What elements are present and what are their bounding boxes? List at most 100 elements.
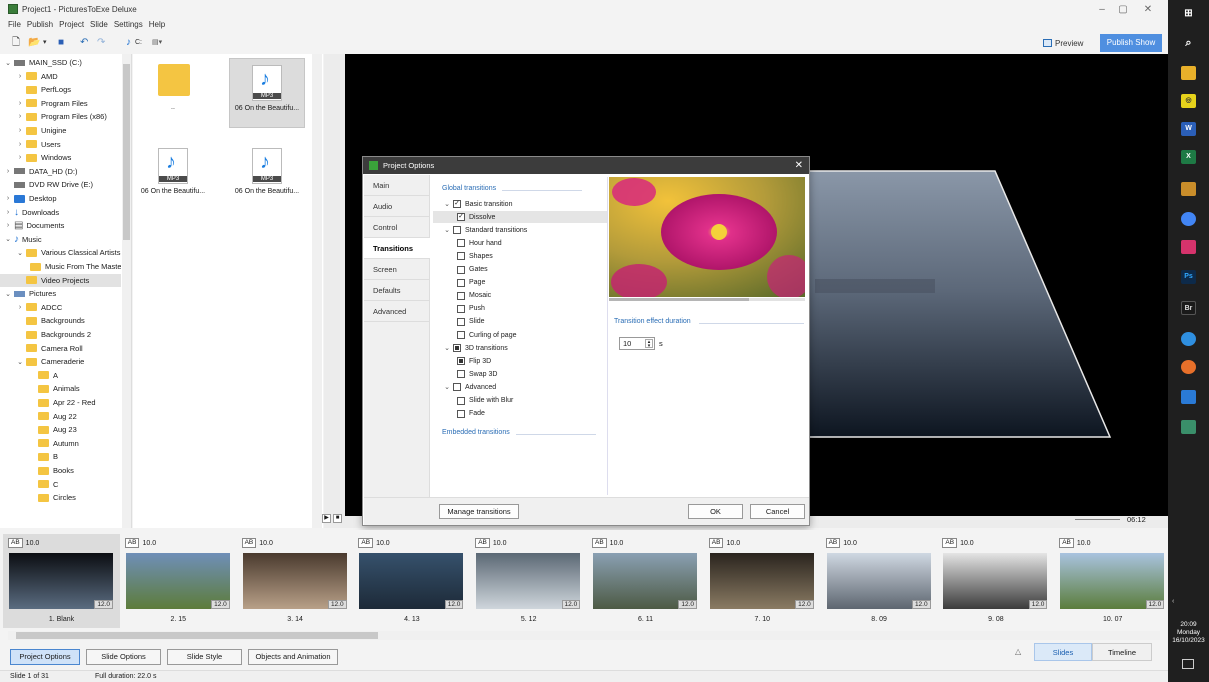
undo-icon[interactable]: ↶ [80, 36, 88, 50]
tree-item[interactable]: › Desktop [0, 192, 121, 205]
slide-style-button[interactable]: Slide Style [167, 649, 242, 665]
cancel-button[interactable]: Cancel [750, 504, 805, 519]
transition-checkbox[interactable] [457, 409, 465, 418]
tree-item[interactable]: › ↓ Downloads [0, 206, 121, 219]
slide-thumbnail[interactable]: AB 10.0 12.0 5. 12 [470, 534, 587, 628]
tree-item[interactable]: ⌄ Cameraderie [0, 355, 121, 368]
preview-button[interactable]: Preview [1043, 36, 1083, 50]
system-clock[interactable]: 20:09 Monday 16/10/2023 [1168, 621, 1209, 645]
transition-item[interactable]: ⌄ Standard transitions [443, 224, 527, 236]
tree-item[interactable]: Backgrounds 2 [0, 328, 121, 341]
chevron-down-icon[interactable]: ⌄ [4, 290, 12, 298]
transition-item[interactable]: Shapes [457, 250, 493, 262]
ab-badge[interactable]: AB [358, 538, 374, 548]
menu-file[interactable]: File [8, 20, 21, 32]
tab-advanced[interactable]: Advanced [364, 301, 429, 322]
chevron-right-icon[interactable]: › [16, 127, 24, 134]
save-icon[interactable]: ■ [58, 36, 64, 50]
menu-project[interactable]: Project [59, 20, 84, 32]
slide-thumbnail[interactable]: AB 10.0 12.0 6. 11 [587, 534, 704, 628]
firefox-icon[interactable] [1181, 360, 1196, 374]
chevron-down-icon[interactable]: ⌄ [16, 358, 24, 366]
transition-item[interactable]: Flip 3D [457, 355, 491, 367]
transition-item[interactable]: Mosaic [457, 290, 491, 302]
transition-checkbox[interactable]: ✓ [453, 200, 461, 208]
slide-thumbnail[interactable]: AB 10.0 12.0 9. 08 [937, 534, 1054, 628]
tree-item[interactable]: › ADCC [0, 301, 121, 314]
file-item[interactable]: ♪ MP3 06 On the Beautifu... [229, 58, 305, 128]
transition-checkbox[interactable] [457, 317, 465, 326]
tree-item[interactable]: Aug 23 [0, 423, 121, 436]
tree-item[interactable]: Video Projects [0, 273, 121, 287]
chevron-right-icon[interactable]: › [16, 154, 24, 161]
transition-item[interactable]: Slide [457, 316, 485, 328]
transition-item[interactable]: Push [457, 303, 485, 315]
timeline-view-button[interactable]: Timeline [1092, 643, 1152, 661]
ab-badge[interactable]: AB [8, 538, 23, 548]
file-explorer-icon[interactable] [1181, 66, 1196, 80]
menu-settings[interactable]: Settings [114, 20, 143, 32]
chevron-right-icon[interactable]: › [16, 100, 24, 107]
transition-checkbox[interactable] [457, 396, 465, 405]
close-button[interactable]: ✕ [1133, 2, 1163, 18]
app-icon-yellow[interactable]: ◎ [1181, 94, 1196, 108]
chevron-down-icon[interactable]: ⌄ [16, 249, 24, 257]
tree-item[interactable]: C [0, 478, 121, 491]
tree-item[interactable]: Circles [0, 491, 121, 504]
transition-checkbox[interactable] [457, 278, 465, 287]
tree-item[interactable]: › Program Files (x86) [0, 110, 121, 123]
transition-checkbox[interactable] [457, 252, 465, 261]
transition-item[interactable]: Curling of page [457, 329, 516, 341]
chevron-right-icon[interactable]: › [16, 113, 24, 120]
word-icon[interactable]: W [1181, 122, 1196, 136]
tab-defaults[interactable]: Defaults [364, 280, 429, 301]
tree-item[interactable]: B [0, 450, 121, 463]
music-note-icon[interactable]: ♪ [126, 36, 131, 50]
tree-item[interactable]: Autumn [0, 437, 121, 450]
transition-item[interactable]: Slide with Blur [457, 395, 513, 407]
transition-checkbox[interactable] [457, 370, 465, 379]
project-options-button[interactable]: Project Options [10, 649, 80, 665]
transition-item[interactable]: Swap 3D [457, 368, 497, 380]
duration-input[interactable]: 10 ▴ ▾ [619, 337, 655, 350]
transition-item[interactable]: ⌄ 3D transitions [443, 342, 508, 354]
tab-audio[interactable]: Audio [364, 196, 429, 217]
transition-item[interactable]: ⌄ ✓ Basic transition [443, 198, 512, 210]
slide-thumbnail[interactable]: AB 10.0 12.0 8. 09 [821, 534, 938, 628]
chevron-right-icon[interactable]: › [4, 209, 12, 216]
menu-help[interactable]: Help [149, 20, 165, 32]
tree-item[interactable]: ⌄ Pictures [0, 287, 121, 300]
tree-item[interactable]: › ▤ Documents [0, 219, 121, 232]
edge-icon[interactable] [1181, 332, 1196, 346]
tab-control[interactable]: Control [364, 217, 429, 238]
picturestoexe-icon[interactable] [1181, 182, 1196, 196]
transition-checkbox[interactable] [457, 239, 465, 248]
transition-checkbox[interactable] [457, 265, 465, 274]
notification-icon[interactable] [1182, 659, 1194, 669]
chrome-icon[interactable] [1181, 212, 1196, 226]
tree-item[interactable]: Backgrounds [0, 314, 121, 327]
bridge-icon[interactable]: Br [1181, 301, 1196, 315]
image-viewer-icon[interactable] [1181, 420, 1196, 434]
chevron-down-icon[interactable]: ⌄ [4, 235, 12, 243]
slide-thumbnail[interactable]: AB 10.0 12.0 1. Blank [3, 534, 120, 628]
transition-checkbox[interactable] [453, 383, 461, 392]
dialog-close-button[interactable]: ✕ [795, 157, 803, 174]
publish-show-button[interactable]: Publish Show [1100, 34, 1162, 52]
chevron-down-icon[interactable]: ⌄ [443, 383, 451, 391]
windows-start-icon[interactable]: ⊞ [1181, 7, 1196, 21]
chevron-down-icon[interactable]: ⌄ [4, 59, 12, 67]
ok-button[interactable]: OK [688, 504, 743, 519]
transition-checkbox[interactable] [457, 357, 465, 366]
menu-publish[interactable]: Publish [27, 20, 53, 32]
tree-item[interactable]: A [0, 369, 121, 382]
slide-strip-scrollbar[interactable] [8, 631, 1160, 640]
tree-item[interactable]: ⌄ MAIN_SSD (C:) [0, 56, 121, 69]
transition-item[interactable]: Page [457, 277, 485, 289]
file-item[interactable]: ♪ MP3 06 On the Beautifu... [229, 142, 305, 212]
ab-badge[interactable]: AB [124, 538, 140, 548]
transition-item[interactable]: ⌄ Advanced [443, 381, 496, 393]
slide-thumbnail[interactable]: AB 10.0 12.0 3. 14 [237, 534, 354, 628]
tree-item[interactable]: › AMD [0, 70, 121, 83]
transition-item[interactable]: Gates [457, 264, 488, 276]
